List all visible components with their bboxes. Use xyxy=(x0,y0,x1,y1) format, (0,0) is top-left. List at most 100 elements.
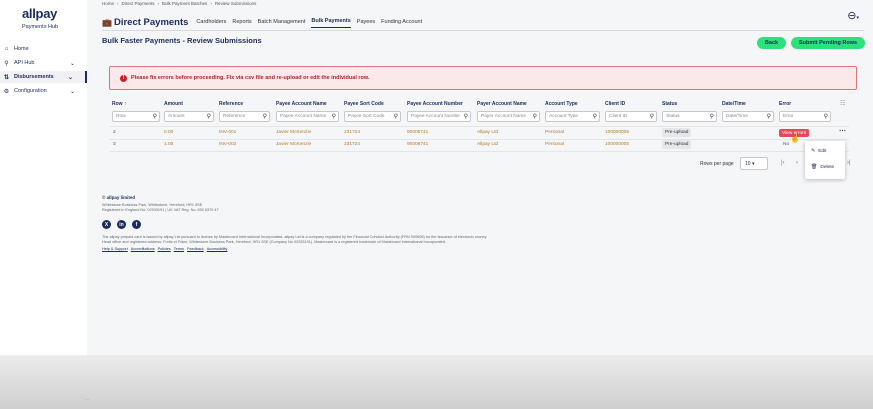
footer-address: Whitestone Business Park, Whitestone, He… xyxy=(102,203,203,207)
first-page-button[interactable]: |‹ xyxy=(781,160,785,166)
tab-reports[interactable]: Reports xyxy=(232,19,251,28)
column-header-status[interactable]: Status xyxy=(662,101,677,107)
search-icon[interactable]: ⚲ xyxy=(593,113,597,120)
filter-row-input[interactable]: Row ⚲ xyxy=(112,111,160,122)
search-icon[interactable]: ⚲ xyxy=(767,113,771,120)
sidebar-item-disbursements[interactable]: ⇅ Disbursements ⌄ xyxy=(0,71,87,83)
background-area xyxy=(0,355,873,409)
column-header-reference[interactable]: Reference xyxy=(219,101,243,107)
linkedin-icon[interactable]: in xyxy=(117,220,126,229)
cell-amount: 1.00 xyxy=(164,142,174,147)
tab-funding-account[interactable]: Funding Account xyxy=(381,19,422,28)
filter-payee-account-number-input[interactable]: Payee Account Numbe ⚲ xyxy=(407,111,471,122)
column-header-account-type[interactable]: Account Type xyxy=(545,101,578,107)
chevron-down-icon[interactable]: ⌄ xyxy=(70,60,75,67)
column-header-payee-account-name[interactable]: Payee Account Name xyxy=(276,101,327,107)
chevron-down-icon[interactable]: ⌄ xyxy=(70,88,75,95)
footer-link-accessibility[interactable]: Accessibility xyxy=(207,247,228,251)
breadcrumb-home[interactable]: Home xyxy=(102,1,114,6)
home-icon: ⌂ xyxy=(4,46,9,52)
cell-payee-account-number: 90008741 xyxy=(407,130,429,135)
footer-link-terms[interactable]: Terms xyxy=(174,247,184,251)
rows-per-page-label: Rows per page xyxy=(700,161,734,167)
footer-link-accreditations[interactable]: Accreditations xyxy=(131,247,155,251)
page-title: Bulk Faster Payments - Review Submission… xyxy=(102,36,262,45)
tab-cardholders[interactable]: Cardholders xyxy=(196,19,226,28)
search-icon[interactable]: ⚲ xyxy=(263,113,267,120)
filter-account-type-input[interactable]: Account Type ⚲ xyxy=(545,111,600,122)
filter-client-id-input[interactable]: Client ID ⚲ xyxy=(605,111,657,122)
search-icon[interactable]: ⚲ xyxy=(394,113,398,120)
cell-reference: INV-001 xyxy=(219,130,237,135)
filter-error-input[interactable]: Error ⚲ xyxy=(779,111,831,122)
footer-link-policies[interactable]: Policies xyxy=(158,247,171,251)
column-header-client-id[interactable]: Client ID xyxy=(605,101,625,107)
edit-menu-item[interactable]: ✎ Edit xyxy=(811,148,826,154)
x-icon[interactable]: X xyxy=(102,220,111,229)
filter-placeholder: Payee Account Numbe xyxy=(411,114,460,119)
brand-logo[interactable]: allpay xyxy=(22,6,57,21)
row-action-menu: ✎ Edit 🗑 Delete xyxy=(805,141,845,179)
footer-legal-1: The allpay prepaid card is issued by all… xyxy=(102,235,488,239)
column-header-row[interactable]: Row ↑ xyxy=(112,101,126,107)
tab-payees[interactable]: Payees xyxy=(357,19,375,28)
filter-placeholder: Error xyxy=(783,114,794,119)
row-divider xyxy=(109,151,849,152)
facebook-icon[interactable]: f xyxy=(132,220,141,229)
footer-legal-2: Head office and registered address: Fort… xyxy=(102,240,446,244)
column-header-payee-sort-code[interactable]: Payee Sort Code xyxy=(344,101,384,107)
search-icon[interactable]: ⚲ xyxy=(710,113,714,120)
breadcrumb-separator: › xyxy=(157,1,160,6)
column-header-amount[interactable]: Amount xyxy=(164,101,183,107)
sidebar-item-home[interactable]: ⌂ Home xyxy=(0,43,87,55)
cell-payee-account-name: Javier McKenzie xyxy=(276,130,312,135)
search-icon[interactable]: ⚲ xyxy=(464,113,468,120)
footer-link-feedback[interactable]: Feedback xyxy=(187,247,204,251)
filter-payee-sort-code-input[interactable]: Payee Sort Code ⚲ xyxy=(344,111,401,122)
app-title: 💼 Direct Payments xyxy=(102,17,188,28)
filter-datetime-input[interactable]: Date/Time ⚲ xyxy=(722,111,774,122)
column-header-datetime[interactable]: Date/Time xyxy=(722,101,746,107)
column-header-payee-account-number[interactable]: Payee Account Number xyxy=(407,101,463,107)
search-icon[interactable]: ⚲ xyxy=(533,113,537,120)
column-header-payer-account-name[interactable]: Payer Account Name xyxy=(477,101,527,107)
cell-client-id: 100000005 xyxy=(605,130,630,135)
filter-payer-account-name-input[interactable]: Payer Account Name ⚲ xyxy=(477,111,540,122)
search-icon[interactable]: ⚲ xyxy=(332,113,336,120)
search-icon[interactable]: ⚲ xyxy=(207,113,211,120)
cell-payer-account-name: Allpay Ltd xyxy=(477,142,499,147)
sidebar-item-configuration[interactable]: ⚙ Configuration ⌄ xyxy=(0,85,87,97)
breadcrumb-direct-payments[interactable]: Direct Payments xyxy=(122,1,155,6)
last-page-button[interactable]: ›| xyxy=(847,160,851,166)
filter-amount-input[interactable]: Amount ⚲ xyxy=(164,111,214,122)
tab-bulk-payments[interactable]: Bulk Payments xyxy=(311,18,351,28)
delete-menu-item[interactable]: 🗑 Delete xyxy=(811,164,834,170)
tab-batch-management[interactable]: Batch Management xyxy=(258,19,306,28)
row-divider xyxy=(109,126,849,127)
prev-page-button[interactable]: ‹ xyxy=(796,160,798,166)
filter-payee-account-name-input[interactable]: Payee Account Name ⚲ xyxy=(276,111,339,122)
search-icon[interactable]: ⚲ xyxy=(153,113,157,120)
chevron-down-icon[interactable]: ⌄ xyxy=(68,74,73,81)
cell-error: No xyxy=(783,142,790,147)
mouse-cursor-icon: ☝ xyxy=(790,134,800,143)
search-icon[interactable]: ⚲ xyxy=(824,113,828,120)
footer-link-help[interactable]: Help & Support xyxy=(102,247,128,251)
filter-status-input[interactable]: Status ⚲ xyxy=(662,111,717,122)
rows-per-page-select[interactable]: 10 ▾ xyxy=(740,157,768,170)
row-menu-icon[interactable]: ⋯ xyxy=(839,127,846,135)
submit-pending-rows-button[interactable]: Submit Pending Rows xyxy=(791,37,865,49)
sidebar-item-api-hub[interactable]: ⚲ API Hub ⌄ xyxy=(0,57,87,69)
breadcrumb-separator: › xyxy=(117,1,119,6)
column-header-error[interactable]: Error xyxy=(779,101,791,107)
account-icon[interactable]: ⊖▾ xyxy=(847,9,859,22)
sidebar-item-label: Configuration xyxy=(14,88,47,94)
columns-icon[interactable]: ☷ xyxy=(840,100,845,107)
status-badge: Pre-upload xyxy=(662,140,692,149)
back-button[interactable]: Back xyxy=(757,37,786,49)
search-icon[interactable]: ⚲ xyxy=(650,113,654,120)
breadcrumb-bulk-batches[interactable]: Bulk Payment Batches xyxy=(162,1,207,6)
status-badge: Pre-upload xyxy=(662,128,692,137)
filter-reference-input[interactable]: Reference ⚲ xyxy=(219,111,270,122)
cell-client-id: 100000005 xyxy=(605,142,630,147)
